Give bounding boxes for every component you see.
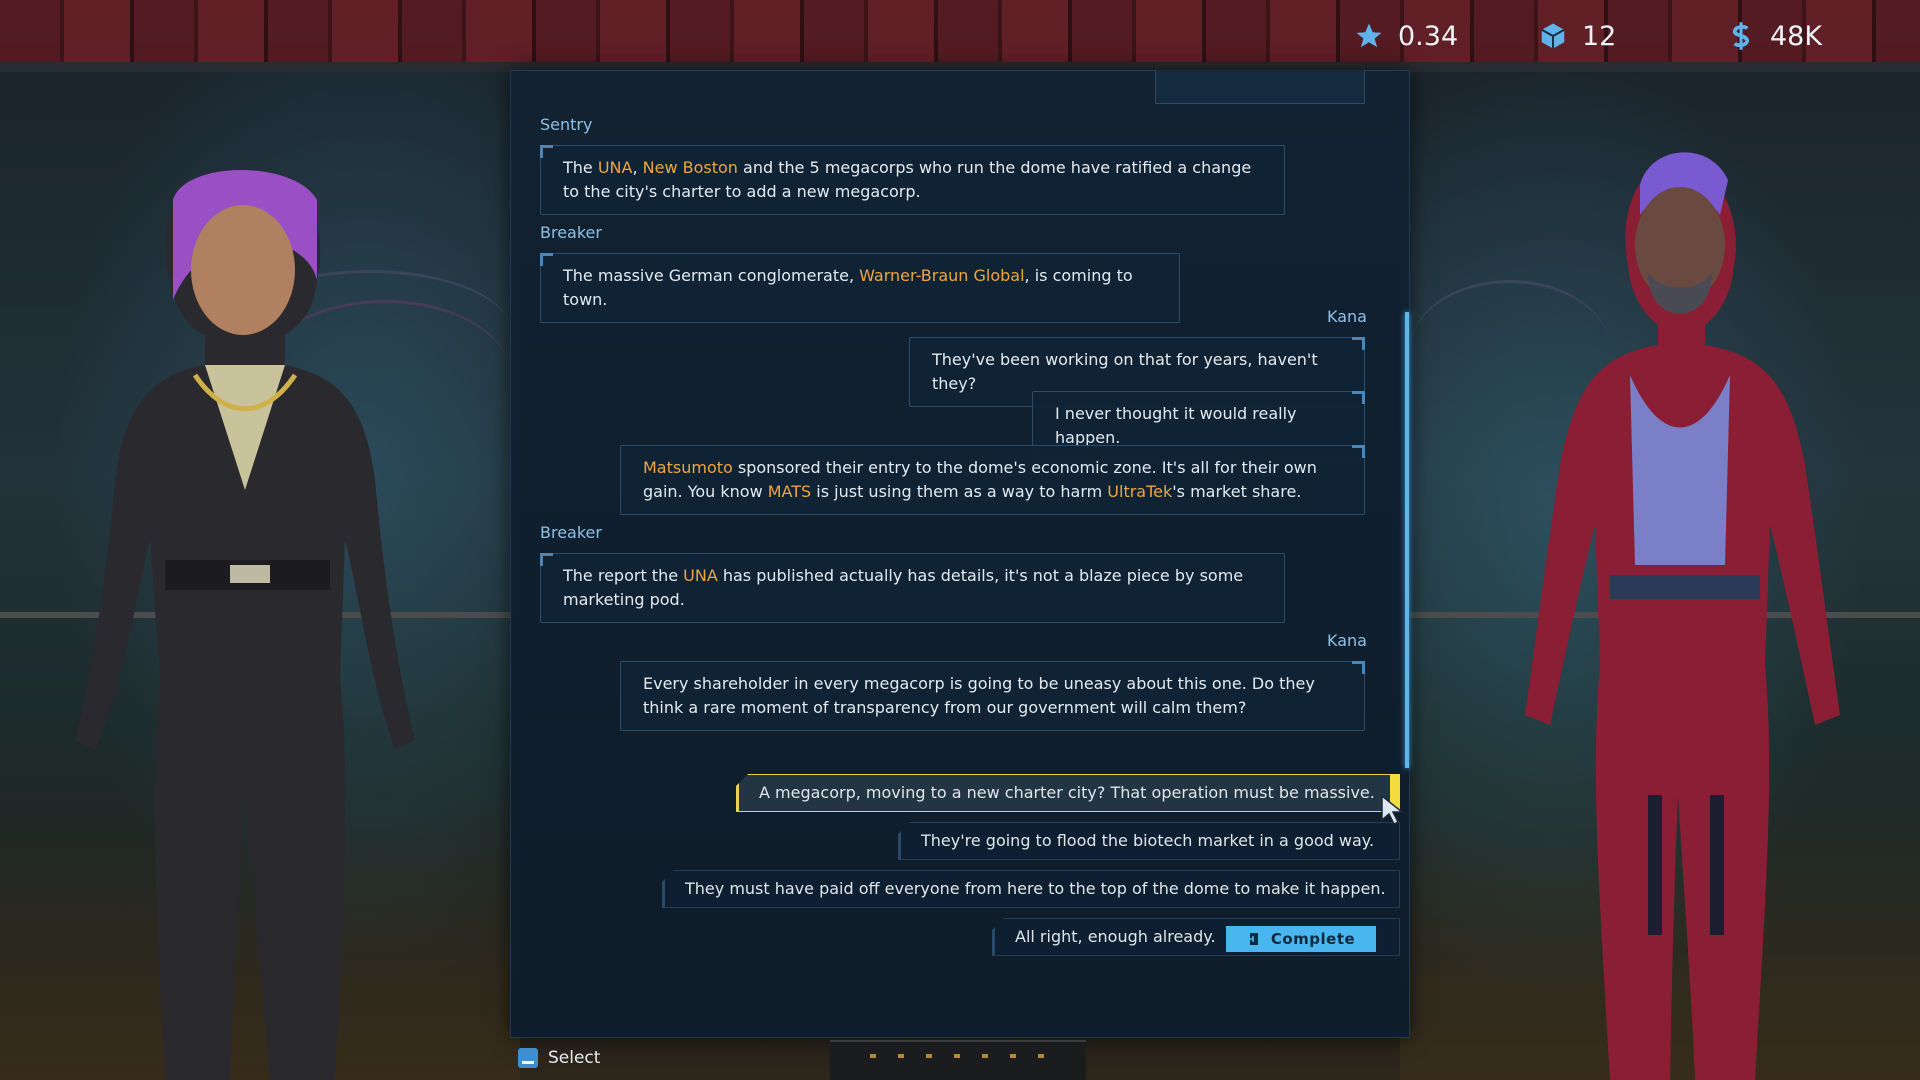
highlighted-term: UNA [683, 566, 718, 585]
cube-icon [1541, 23, 1565, 49]
select-prompt-label: Select [548, 1048, 601, 1068]
dialogue-bubble: The report the UNA has published actuall… [540, 553, 1285, 623]
bottom-console [830, 1040, 1086, 1080]
previous-message-bubble [1155, 70, 1365, 104]
dialogue-text: I never thought it would really happen. [1055, 404, 1297, 447]
highlighted-term: Warner-Braun Global [859, 266, 1025, 285]
rating-value: 0.34 [1398, 20, 1459, 52]
dialogue-text: The [563, 158, 598, 177]
select-key-icon [518, 1048, 538, 1068]
highlighted-term: UNA [597, 158, 633, 177]
dialogue-text: is just using them as a way to harm [811, 482, 1108, 501]
dialogue-text: They've been working on that for years, … [932, 350, 1318, 393]
speaker-name: Sentry [540, 115, 593, 134]
speaker-name: Kana [1327, 307, 1367, 326]
highlighted-term: MATS [767, 482, 812, 501]
response-option[interactable]: They must have paid off everyone from he… [662, 870, 1400, 908]
hud-cubes: 12 [1538, 14, 1616, 58]
breaker-character-portrait [1525, 152, 1840, 1080]
dialogue-bubble: The UNA, New Boston and the 5 megacorps … [540, 145, 1285, 215]
credits-icon [1732, 22, 1750, 50]
sentry-character-portrait [75, 170, 415, 1080]
hud-credits: 48K [1726, 14, 1822, 58]
speaker-name: Kana [1327, 631, 1367, 650]
response-option-selected[interactable]: A megacorp, moving to a new charter city… [736, 774, 1400, 812]
dialogue-bubble: The massive German conglomerate, Warner-… [540, 253, 1180, 323]
mouse-cursor-icon [1381, 794, 1405, 826]
complete-label: Complete [1270, 930, 1356, 948]
complete-tag[interactable]: Complete [1226, 926, 1376, 952]
ceiling-band [0, 0, 1920, 72]
dialogue-text: 's market share. [1172, 482, 1302, 501]
response-option[interactable]: They're going to flood the biotech marke… [898, 822, 1400, 860]
dialogue-bubble: Matsumoto sponsored their entry to the d… [620, 445, 1365, 515]
dialogue-text: Every shareholder in every megacorp is g… [643, 674, 1315, 717]
hud-rating: 0.34 [1354, 14, 1458, 58]
speaker-name: Breaker [540, 223, 602, 242]
cubes-value: 12 [1582, 20, 1617, 52]
dialogue-text: The report the [563, 566, 684, 585]
response-option-label: All right, enough already. [1015, 927, 1216, 946]
speaker-name: Breaker [540, 523, 602, 542]
highlighted-term: UltraTek [1107, 482, 1173, 501]
dialogue-bubble: Every shareholder in every megacorp is g… [620, 661, 1365, 731]
credits-value: 48K [1770, 20, 1823, 52]
dialogue-text: The massive German conglomerate, [563, 266, 860, 285]
exit-door-icon [1247, 933, 1258, 945]
select-prompt[interactable]: Select [518, 1048, 600, 1068]
highlighted-term: New Boston [642, 158, 738, 177]
dialogue-text: , [632, 158, 643, 177]
highlighted-term: Matsumoto [643, 458, 733, 477]
dialogue-scrollbar[interactable] [1405, 312, 1409, 768]
star-icon [1356, 23, 1382, 48]
